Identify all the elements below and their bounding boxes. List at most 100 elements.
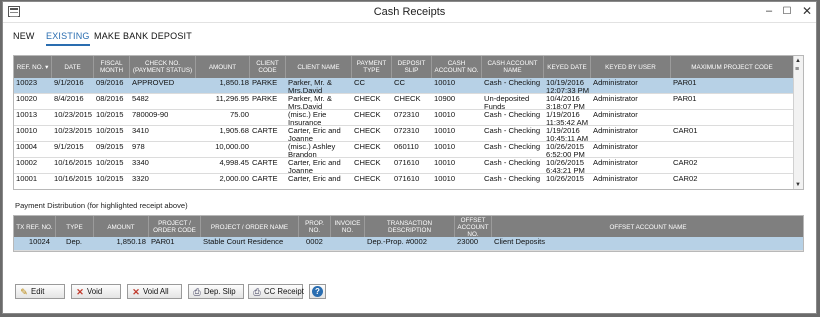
cell-ref-no: 10010 — [16, 127, 38, 135]
cell-payment-type: CHECK — [354, 95, 381, 103]
cell-cash-account-no: 10900 — [434, 95, 456, 103]
col-transaction-description[interactable]: TRANSACTION DESCRIPTION — [365, 216, 455, 238]
col-max-project-code[interactable]: MAXIMUM PROJECT CODE — [671, 56, 794, 78]
col-project-order-name[interactable]: PROJECT / ORDER NAME — [201, 216, 299, 238]
col-check-no[interactable]: CHECK NO. (PAYMENT STATUS) — [130, 56, 196, 78]
void-button[interactable]: ✕ Void — [71, 284, 121, 299]
cell-keyed-by-user: Administrator — [593, 159, 638, 167]
cell-client-code: PARKE — [252, 79, 278, 87]
dist-offset-account-no: 23000 — [457, 238, 479, 246]
cell-date: 9/1/2015 — [54, 143, 84, 151]
cell-keyed-by-user: Administrator — [593, 143, 638, 151]
col-prop-no[interactable]: PROP. NO. — [299, 216, 331, 238]
scroll-up-icon[interactable]: ▲ — [795, 58, 801, 64]
edit-button[interactable]: ✎ Edit — [15, 284, 65, 299]
col-amount[interactable]: AMOUNT — [196, 56, 250, 78]
minimize-button[interactable]: – — [759, 4, 779, 19]
cell-client-code: PARKE — [252, 95, 278, 103]
col-keyed-by-user[interactable]: KEYED BY USER — [591, 56, 671, 78]
col-cash-account-no[interactable]: CASH ACCOUNT NO. — [432, 56, 482, 78]
cell-client-name: (misc.) Erie Insurance — [288, 111, 327, 126]
dep-slip-button[interactable]: ⎙ Dep. Slip — [188, 284, 244, 299]
table-row[interactable]: 10013 10/23/2015 10/2015 780009-90 75.00 (mis… — [14, 110, 794, 126]
cell-check-no: 3320 — [132, 175, 149, 183]
col-client-code[interactable]: CLIENT CODE — [250, 56, 286, 78]
table-row[interactable]: 10001 10/16/2015 10/2015 3320 2,000.00 CARTE C… — [14, 174, 794, 189]
col-keyed-date[interactable]: KEYED DATE — [544, 56, 591, 78]
col-client-name[interactable]: CLIENT NAME — [286, 56, 352, 78]
cell-ref-no: 10004 — [16, 143, 38, 151]
cell-keyed-date: 1/19/2016 11:35:42 AM — [546, 111, 589, 126]
cell-cash-account-name: Cash - Checking — [484, 127, 541, 135]
cell-max-project-code: CAR02 — [673, 159, 698, 167]
table-row[interactable]: 10002 10/16/2015 10/2015 3340 4,998.45 CARTE C… — [14, 158, 794, 174]
cell-client-code: CARTE — [252, 127, 278, 135]
x-icon: ✕ — [76, 287, 84, 297]
cell-date: 10/16/2015 — [54, 175, 93, 183]
scroll-grip-icon[interactable]: ≡ — [795, 66, 802, 77]
void-all-button-label: Void All — [143, 287, 169, 296]
col-dist-amount[interactable]: AMOUNT — [94, 216, 149, 238]
cell-deposit-slip: 072310 — [394, 127, 420, 135]
cell-amount: 11,296.95 — [215, 95, 249, 103]
pencil-icon: ✎ — [20, 287, 28, 297]
cell-check-no: 3410 — [132, 127, 149, 135]
table-row[interactable]: 10020 8/4/2016 08/2016 5482 11,296.95 PARKE Pa… — [14, 94, 794, 110]
dist-prop-no: 0002 — [306, 238, 323, 246]
help-icon: ? — [312, 286, 323, 297]
maximize-button[interactable]: ☐ — [777, 4, 797, 19]
cell-keyed-by-user: Administrator — [593, 111, 638, 119]
table-row[interactable]: 10010 10/23/2015 10/2015 3410 1,905.68 CARTE C… — [14, 126, 794, 142]
cell-client-name: Parker, Mr. & Mrs.David — [288, 79, 332, 94]
void-button-label: Void — [87, 287, 103, 296]
void-all-button[interactable]: ✕ Void All — [127, 284, 182, 299]
col-type[interactable]: TYPE — [56, 216, 94, 238]
table-row[interactable]: 10004 9/1/2015 09/2015 978 10,000.00 (misc.) … — [14, 142, 794, 158]
dep-slip-button-label: Dep. Slip — [204, 287, 236, 296]
cell-cash-account-no: 10010 — [434, 79, 456, 87]
col-fiscal-month[interactable]: FISCAL MONTH — [94, 56, 130, 78]
cell-date: 10/23/2015 — [54, 127, 93, 135]
help-button[interactable]: ? — [309, 284, 326, 299]
vertical-scrollbar[interactable]: ▲ ≡ ▼ — [793, 56, 803, 189]
col-cash-account-name[interactable]: CASH ACCOUNT NAME — [482, 56, 544, 78]
tab-existing[interactable]: EXISTING — [46, 31, 90, 46]
tab-new[interactable]: NEW — [13, 31, 35, 41]
cc-receipt-button[interactable]: ⎙ CC Receipt — [248, 284, 304, 299]
col-project-order-code[interactable]: PROJECT / ORDER CODE — [149, 216, 201, 238]
cell-payment-type: CC — [354, 79, 365, 87]
cell-fiscal-month: 10/2015 — [96, 159, 124, 167]
cell-keyed-date: 1/19/2016 10:45:11 AM — [546, 127, 589, 142]
cell-fiscal-month: 10/2015 — [96, 111, 124, 119]
col-payment-type[interactable]: PAYMENT TYPE — [352, 56, 392, 78]
table-row[interactable]: 10023 9/1/2016 09/2016 APPROVED 1,850.18 PARK… — [14, 78, 794, 94]
distribution-row[interactable]: 10024 Dep. 1,850.18 PAR01 Stable Court R… — [14, 237, 803, 251]
scroll-down-icon[interactable]: ▼ — [795, 182, 801, 188]
cell-client-code: CARTE — [252, 175, 278, 183]
cell-date: 8/4/2016 — [54, 95, 84, 103]
cell-fiscal-month: 10/2015 — [96, 175, 124, 183]
edit-button-label: Edit — [31, 287, 45, 296]
col-date[interactable]: DATE — [52, 56, 94, 78]
cell-max-project-code: PAR01 — [673, 95, 697, 103]
cell-date: 10/16/2015 — [54, 159, 93, 167]
cell-ref-no: 10001 — [16, 175, 38, 183]
title-bar: Cash Receipts – ☐ ✕ — [3, 2, 816, 23]
col-offset-account-name[interactable]: OFFSET ACCOUNT NAME — [492, 216, 803, 238]
cell-cash-account-name: Cash - Checking — [484, 143, 541, 151]
cell-cash-account-name: Cash - Checking — [484, 159, 541, 167]
cell-check-no: 780009-90 — [132, 111, 169, 119]
cell-deposit-slip: CHECK — [394, 95, 421, 103]
col-invoice-no[interactable]: INVOICE NO. — [331, 216, 365, 238]
col-offset-account-no[interactable]: OFFSET ACCOUNT NO. — [455, 216, 492, 238]
cell-ref-no: 10013 — [16, 111, 38, 119]
col-deposit-slip[interactable]: DEPOSIT SLIP — [392, 56, 432, 78]
cell-keyed-date: 10/26/2015 6:43:21 PM — [546, 159, 585, 174]
cell-payment-type: CHECK — [354, 143, 381, 151]
tab-make-bank-deposit[interactable]: MAKE BANK DEPOSIT — [94, 31, 192, 41]
cell-client-code — [252, 111, 285, 126]
cell-keyed-date: 10/19/2016 12:07:33 PM — [546, 79, 590, 94]
col-tx-ref-no[interactable]: TX REF. NO. — [14, 216, 56, 238]
close-button[interactable]: ✕ — [797, 4, 817, 19]
col-ref-no[interactable]: REF. NO. ▾ — [14, 56, 52, 78]
